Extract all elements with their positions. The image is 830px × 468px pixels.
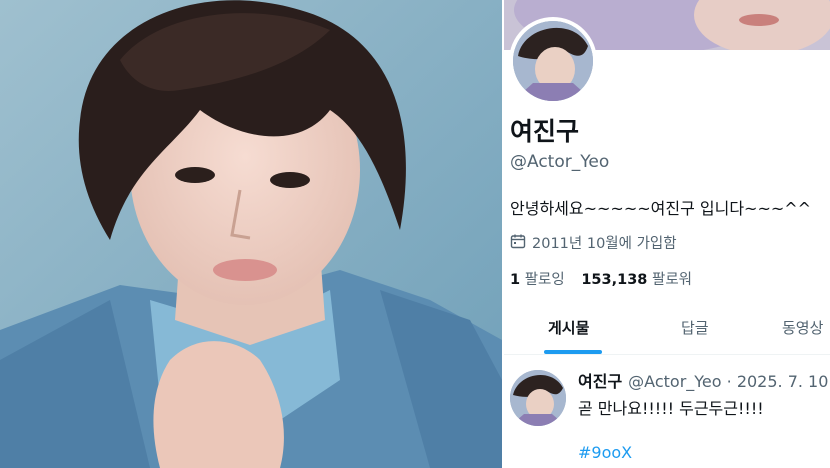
profile-photo-large: [0, 0, 502, 468]
avatar-ring: [509, 17, 597, 105]
tweet-header: 여진구 @Actor_Yeo · 2025. 7. 10: [578, 368, 828, 392]
following-label: 팔로잉: [524, 272, 565, 288]
joined-label: 2011년 10월에 가입함: [532, 236, 677, 252]
followers-count: 153,138: [581, 272, 648, 288]
active-tab-indicator: [544, 350, 602, 354]
tweet-author[interactable]: 여진구: [578, 372, 622, 391]
tweet-hashtag[interactable]: #9ooX: [578, 443, 632, 462]
tweet-meta: @Actor_Yeo · 2025. 7. 10: [628, 372, 829, 391]
tweet-text: 곧 만나요!!!!! 두근두근!!!!: [578, 399, 764, 418]
tab-videos[interactable]: 동영상: [782, 317, 823, 338]
calendar-icon: [510, 233, 526, 253]
tab-posts[interactable]: 게시물: [548, 317, 589, 338]
profile-panel: 여진구 @Actor_Yeo 안녕하세요~~~~~여진구 입니다~~~^^ 20…: [504, 0, 830, 468]
following-count: 1: [510, 272, 521, 288]
display-name: 여진구: [510, 117, 580, 146]
following-link[interactable]: 1 팔로잉: [510, 272, 569, 288]
follow-stats: 1 팔로잉 153,138 팔로워: [510, 268, 692, 289]
joined-date: 2011년 10월에 가입함: [510, 232, 677, 253]
tab-replies[interactable]: 답글: [681, 317, 709, 338]
bio-text: 안녕하세요~~~~~여진구 입니다~~~^^: [510, 199, 812, 218]
profile-tabs: 게시물 답글 동영상: [504, 300, 830, 355]
tweet-avatar[interactable]: [510, 370, 566, 426]
avatar[interactable]: [513, 21, 593, 101]
followers-link[interactable]: 153,138 팔로워: [581, 272, 692, 288]
followers-label: 팔로워: [652, 272, 693, 288]
username-handle: @Actor_Yeo: [510, 152, 610, 172]
